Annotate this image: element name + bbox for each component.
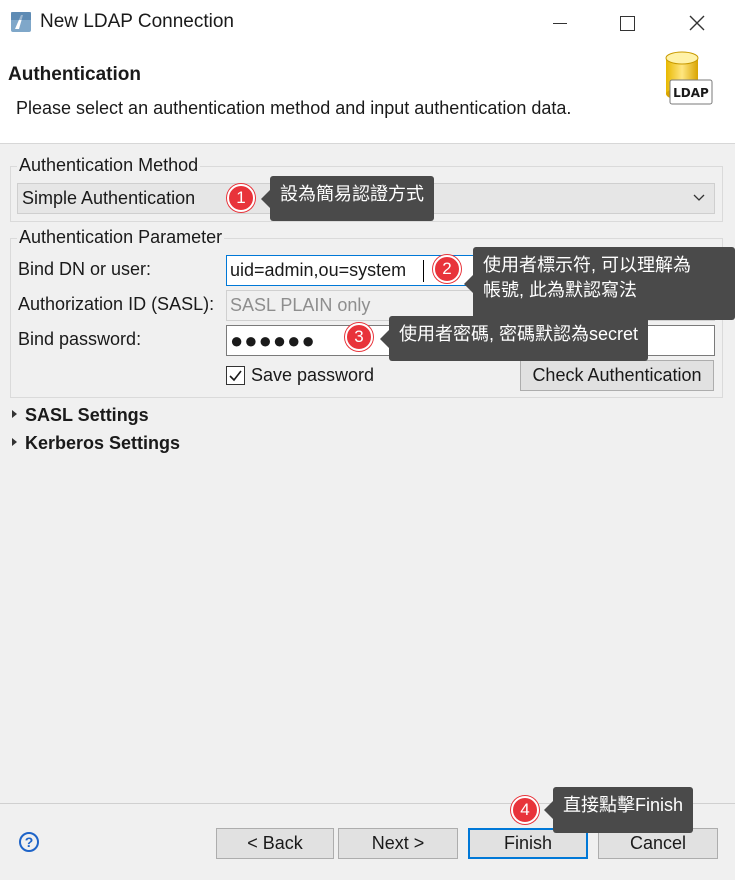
minimize-icon bbox=[553, 22, 567, 24]
check-authentication-button[interactable]: Check Authentication bbox=[520, 360, 714, 391]
annotation-text-2a: 使用者標示符, 可以理解為 bbox=[483, 255, 692, 275]
expand-triangle-icon bbox=[12, 410, 17, 418]
bind-dn-value: uid=admin,ou=system bbox=[230, 260, 407, 280]
close-icon bbox=[689, 15, 705, 31]
chevron-down-icon bbox=[693, 194, 705, 201]
annotation-text-1: 設為簡易認證方式 bbox=[280, 184, 424, 204]
minimize-button[interactable] bbox=[537, 8, 583, 38]
annotation-callout-3: 使用者密碼, 密碼默認為secret bbox=[379, 316, 649, 361]
next-button[interactable]: Next > bbox=[338, 828, 458, 859]
save-password-label: Save password bbox=[251, 365, 375, 385]
page-description: Please select an authentication method a… bbox=[16, 98, 572, 118]
auth-method-selected: Simple Authentication bbox=[22, 188, 196, 208]
bind-password-value: ●●●●●● bbox=[230, 328, 316, 353]
page-title: Authentication bbox=[8, 64, 141, 85]
maximize-icon bbox=[619, 15, 635, 31]
annotation-text-2b: 帳號, 此為默認寫法 bbox=[483, 280, 638, 301]
authz-id-label: Authorization ID (SASL): bbox=[18, 294, 215, 314]
title-bar: New LDAP Connection bbox=[0, 0, 735, 46]
annotation-text-3: 使用者密碼, 密碼默認為secret bbox=[399, 324, 639, 344]
annotation-badge-2: 2 bbox=[433, 255, 461, 283]
save-password-checkbox[interactable] bbox=[226, 366, 245, 385]
annotation-badge-1: 1 bbox=[227, 184, 255, 212]
annotation-text-4: 直接點擊Finish bbox=[563, 795, 684, 815]
kerberos-settings-label: Kerberos Settings bbox=[25, 433, 181, 453]
sasl-settings-section[interactable]: SASL Settings bbox=[12, 405, 149, 426]
auth-method-group-label: Authentication Method bbox=[17, 155, 201, 176]
annotation-callout-1: 設為簡易認證方式 bbox=[261, 176, 434, 221]
back-button[interactable]: < Back bbox=[216, 828, 334, 859]
annotation-callout-2: 使用者標示符, 可以理解為 帳號, 此為默認寫法 bbox=[464, 247, 735, 320]
close-button[interactable] bbox=[674, 8, 720, 38]
annotation-badge-3: 3 bbox=[345, 323, 373, 351]
text-caret bbox=[423, 260, 424, 282]
wizard-header: Authentication Please select an authenti… bbox=[0, 46, 735, 144]
help-icon[interactable]: ? bbox=[19, 832, 39, 852]
auth-param-group-label: Authentication Parameter bbox=[17, 227, 225, 248]
window-title: New LDAP Connection bbox=[40, 11, 234, 32]
expand-triangle-icon bbox=[12, 438, 17, 446]
ldap-logo-text: LDAP bbox=[673, 86, 709, 100]
authz-id-placeholder: SASL PLAIN only bbox=[230, 295, 371, 315]
sasl-settings-label: SASL Settings bbox=[25, 405, 149, 425]
bind-password-label: Bind password: bbox=[18, 329, 142, 349]
app-icon bbox=[11, 12, 31, 32]
bind-dn-label: Bind DN or user: bbox=[18, 259, 152, 279]
kerberos-settings-section[interactable]: Kerberos Settings bbox=[12, 433, 180, 454]
maximize-button[interactable] bbox=[604, 8, 650, 38]
annotation-badge-4: 4 bbox=[511, 796, 539, 824]
annotation-callout-4: 直接點擊Finish bbox=[543, 787, 694, 833]
ldap-logo-icon: LDAP bbox=[665, 51, 713, 105]
checkmark-icon bbox=[229, 370, 242, 382]
